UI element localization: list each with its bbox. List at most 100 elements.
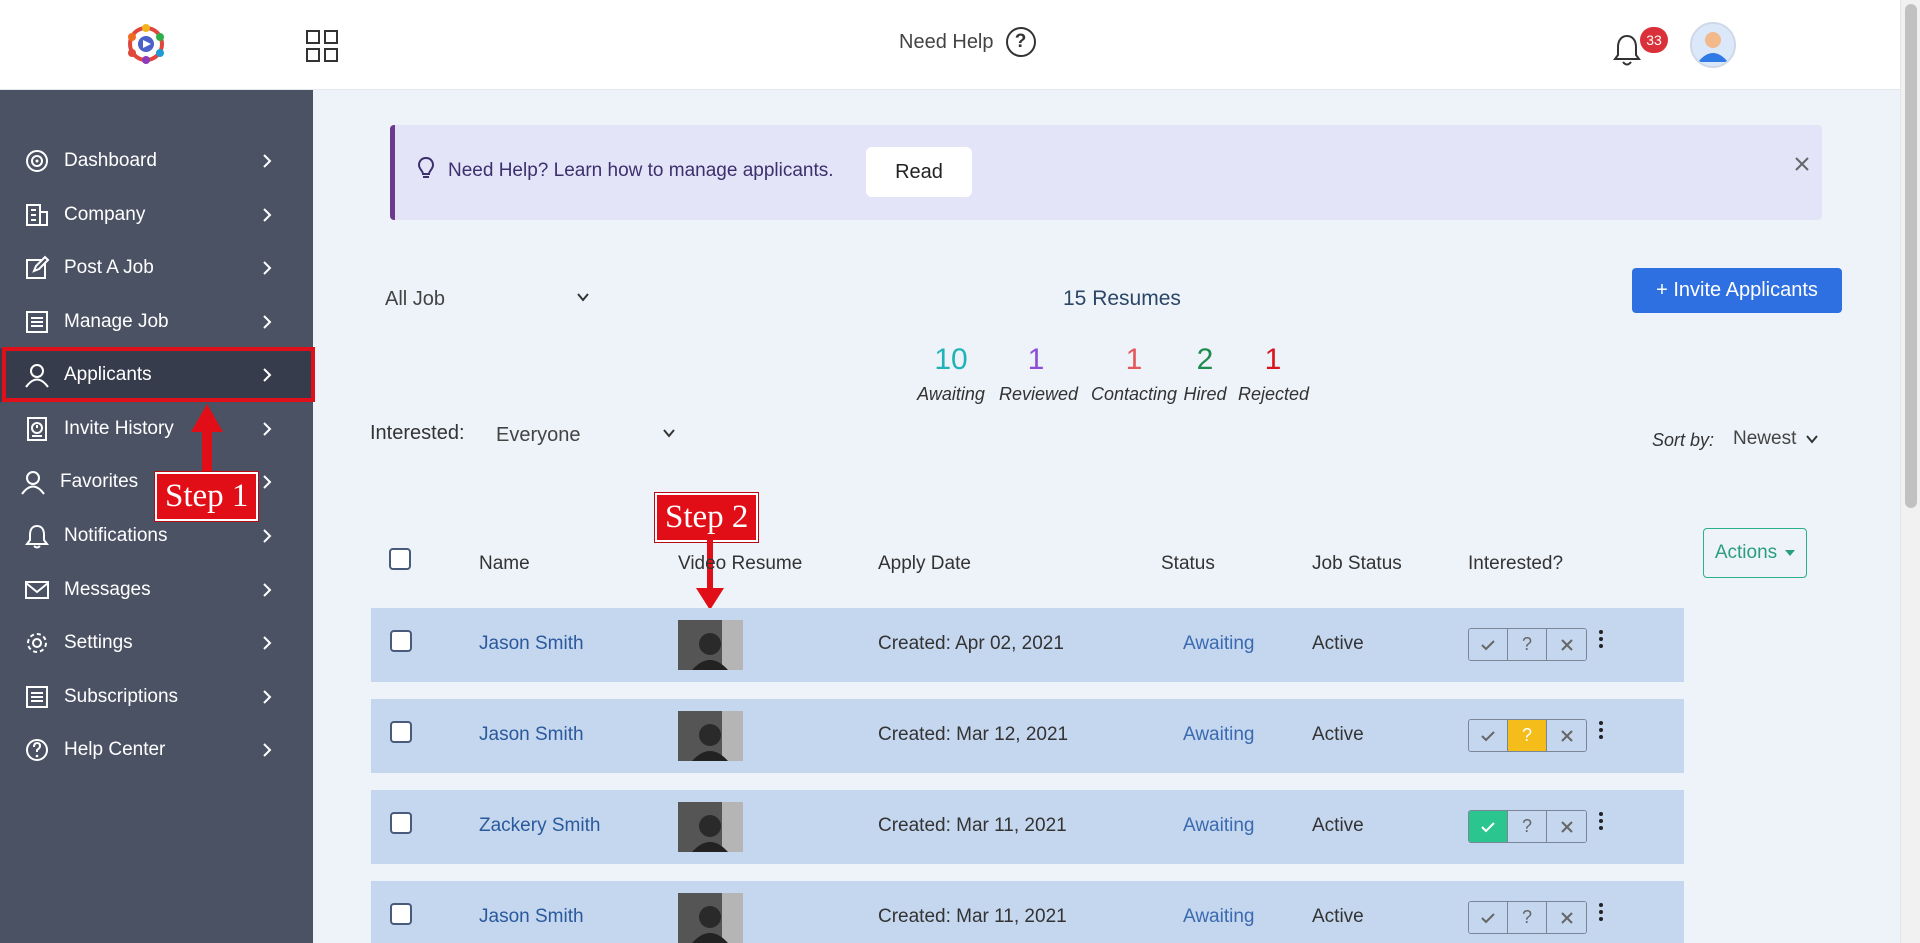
- read-button[interactable]: Read: [866, 147, 972, 197]
- row-checkbox[interactable]: [390, 630, 412, 652]
- apps-grid-icon[interactable]: [306, 30, 338, 62]
- interested-filter-select[interactable]: Everyone: [496, 418, 682, 452]
- row-checkbox[interactable]: [390, 903, 412, 925]
- envelope-icon: [25, 581, 49, 599]
- sidebar-item-messages[interactable]: Messages: [0, 563, 313, 617]
- interested-no-button[interactable]: [1547, 902, 1586, 933]
- stat-hired[interactable]: 2 Hired: [1181, 340, 1229, 405]
- chevron-down-icon: [577, 293, 589, 302]
- history-icon: [27, 417, 47, 441]
- sidebar-item-post-a-job[interactable]: Post A Job: [0, 241, 313, 295]
- building-icon: [26, 204, 48, 226]
- more-options-icon[interactable]: [1596, 630, 1606, 652]
- sidebar-item-subscriptions[interactable]: Subscriptions: [0, 670, 313, 724]
- interested-no-button[interactable]: [1547, 720, 1586, 751]
- stat-label: Awaiting: [917, 384, 985, 404]
- list-icon: [26, 311, 48, 333]
- job-status: Active: [1312, 815, 1364, 836]
- invite-applicants-button[interactable]: + Invite Applicants: [1632, 268, 1842, 313]
- x-icon: [1560, 911, 1573, 924]
- interested-no-button[interactable]: [1547, 811, 1586, 842]
- chevron-right-icon: [263, 315, 272, 329]
- question-mark-icon: ?: [1521, 816, 1532, 836]
- sidebar-item-dashboard[interactable]: Dashboard: [0, 134, 313, 188]
- sort-select[interactable]: Newest: [1733, 428, 1823, 454]
- interested-filter-value: Everyone: [496, 423, 581, 446]
- need-help-link[interactable]: Need Help ?: [899, 27, 1036, 57]
- question-mark-icon: ?: [1521, 907, 1532, 927]
- sidebar-item-company[interactable]: Company: [0, 188, 313, 242]
- interested-maybe-button[interactable]: ?: [1508, 811, 1547, 842]
- sidebar-item-label: Favorites: [60, 471, 139, 492]
- sidebar-item-applicants[interactable]: Applicants: [0, 348, 313, 402]
- interested-maybe-button[interactable]: ?: [1508, 629, 1547, 660]
- sidebar-item-settings[interactable]: Settings: [0, 616, 313, 670]
- interested-yes-button[interactable]: [1469, 811, 1508, 842]
- row-checkbox[interactable]: [390, 812, 412, 834]
- row-checkbox[interactable]: [390, 721, 412, 743]
- logo-icon[interactable]: [122, 20, 170, 68]
- edit-icon: [26, 255, 50, 279]
- chevron-down-icon: [1806, 435, 1818, 444]
- stat-rejected[interactable]: 1 Rejected: [1238, 340, 1309, 405]
- video-person-icon: [678, 620, 743, 670]
- video-resume-thumbnail[interactable]: [678, 893, 743, 943]
- page-scrollbar[interactable]: [1900, 0, 1920, 943]
- applicant-name-link[interactable]: Jason Smith: [479, 906, 584, 928]
- column-header-status[interactable]: Status: [1161, 553, 1215, 575]
- stat-reviewed[interactable]: 1 Reviewed: [999, 340, 1078, 405]
- column-header-name[interactable]: Name: [479, 553, 530, 575]
- interested-maybe-button[interactable]: ?: [1508, 902, 1547, 933]
- video-resume-thumbnail[interactable]: [678, 711, 743, 761]
- interested-yes-button[interactable]: [1469, 902, 1508, 933]
- sidebar-item-manage-job[interactable]: Manage Job: [0, 295, 313, 349]
- column-header-apply-date[interactable]: Apply Date: [878, 553, 971, 575]
- more-options-icon[interactable]: [1596, 903, 1606, 925]
- sidebar-item-label: Help Center: [64, 739, 166, 760]
- stat-awaiting[interactable]: 10 Awaiting: [916, 340, 986, 405]
- avatar[interactable]: [1690, 22, 1736, 68]
- sidebar-item-label: Messages: [64, 579, 151, 600]
- interested-yes-button[interactable]: [1469, 629, 1508, 660]
- lightbulb-icon: [417, 156, 435, 178]
- chevron-right-icon: [263, 583, 272, 597]
- interested-maybe-button[interactable]: ?: [1508, 720, 1547, 751]
- video-resume-thumbnail[interactable]: [678, 802, 743, 852]
- more-options-icon[interactable]: [1596, 812, 1606, 834]
- apply-date: Created: Mar 11, 2021: [878, 906, 1067, 927]
- chevron-right-icon: [263, 690, 272, 704]
- sidebar-item-invite-history[interactable]: Invite History: [0, 402, 313, 456]
- actions-dropdown-button[interactable]: Actions: [1703, 528, 1807, 578]
- list-icon: [26, 686, 48, 708]
- column-header-job-status[interactable]: Job Status: [1312, 553, 1402, 575]
- video-resume-thumbnail[interactable]: [678, 620, 743, 670]
- job-status: Active: [1312, 633, 1364, 654]
- more-options-icon[interactable]: [1596, 721, 1606, 743]
- select-all-checkbox[interactable]: [389, 548, 411, 570]
- help-banner: Need Help? Learn how to manage applicant…: [390, 125, 1822, 220]
- sidebar-item-label: Settings: [64, 632, 133, 653]
- banner-text: Need Help? Learn how to manage applicant…: [448, 160, 834, 181]
- stat-value: 1: [1027, 343, 1045, 376]
- x-icon: [1560, 729, 1573, 742]
- interested-yes-button[interactable]: [1469, 720, 1508, 751]
- sidebar-item-help-center[interactable]: Help Center: [0, 723, 313, 777]
- column-header-interested[interactable]: Interested?: [1468, 553, 1563, 575]
- bell-icon[interactable]: [1612, 32, 1642, 68]
- applicant-name-link[interactable]: Zackery Smith: [479, 815, 600, 837]
- sidebar-item-label: Post A Job: [64, 257, 154, 278]
- stat-contacting[interactable]: 1 Contacting: [1084, 340, 1184, 405]
- chevron-right-icon: [263, 636, 272, 650]
- applicant-name-link[interactable]: Jason Smith: [479, 633, 584, 655]
- question-icon: [26, 739, 48, 761]
- applicant-name-link[interactable]: Jason Smith: [479, 724, 584, 746]
- interested-no-button[interactable]: [1547, 629, 1586, 660]
- close-icon[interactable]: [1790, 152, 1814, 176]
- scrollbar-thumb[interactable]: [1905, 4, 1917, 508]
- sort-label: Sort by:: [1652, 430, 1715, 450]
- sidebar-item-label: Dashboard: [64, 150, 157, 171]
- interested-toggle-group: ?: [1468, 901, 1587, 934]
- job-filter-select[interactable]: All Job: [385, 282, 595, 316]
- column-header-video-resume[interactable]: Video Resume: [678, 553, 802, 575]
- table-row: Jason Smith Created: Mar 11, 2021 Awaiting…: [371, 881, 1684, 943]
